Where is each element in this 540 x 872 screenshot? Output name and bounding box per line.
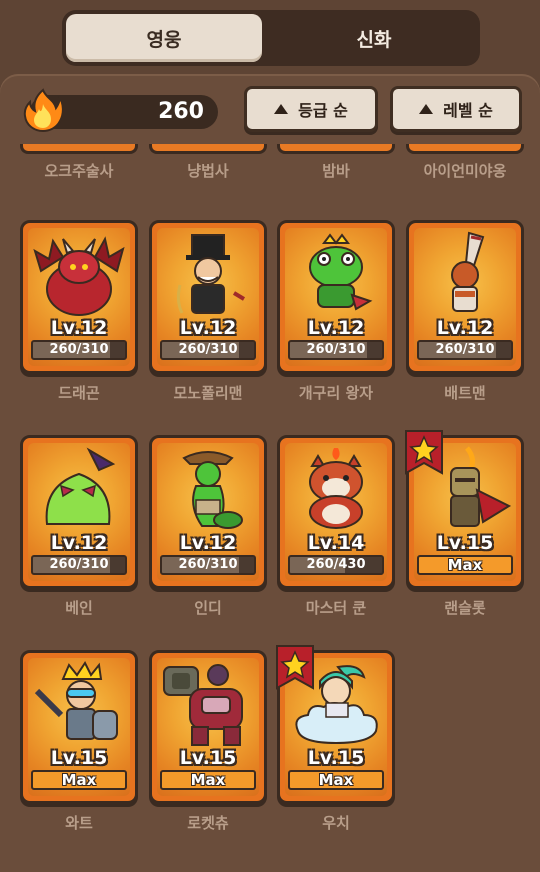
hero-card[interactable]: Lv.12 260/310 (149, 435, 267, 589)
hero-name: 와트 (65, 814, 93, 832)
hero-progress-max: Max (160, 770, 256, 790)
hero-progress-bar: 260/310 (160, 340, 256, 360)
hero-card[interactable]: Lv.12 260/310 (20, 435, 138, 589)
hero-name: 인디 (194, 599, 222, 617)
tab-bar: 영웅 신화 (62, 10, 480, 66)
frog-prince-icon (290, 231, 382, 319)
hero-progress-bar: 260/310 (160, 555, 256, 575)
flame-icon (23, 88, 64, 132)
hero-level: Lv.12 (179, 532, 237, 554)
hero-level: Lv.12 (436, 317, 494, 339)
hero-name: 개구리 왕자 (298, 384, 374, 402)
triangle-up-icon (274, 104, 289, 114)
hero-card-partial[interactable] (406, 144, 524, 154)
hero-level: Lv.12 (307, 317, 365, 339)
vacuum-king-icon (33, 661, 125, 749)
sort-by-grade-label: 등급 순 (298, 101, 348, 120)
hero-name: 랜슬롯 (444, 599, 486, 617)
hero-progress-text: 260/310 (306, 342, 366, 357)
hero-progress-max: Max (31, 770, 127, 790)
slime-icon (33, 446, 125, 534)
hero-name: 아이언미야옹 (423, 162, 507, 180)
hero-name: 냥법사 (187, 162, 229, 180)
hero-level: Lv.12 (179, 317, 237, 339)
hero-progress-bar: 260/430 (288, 555, 384, 575)
hero-progress-text: 260/310 (178, 557, 238, 572)
tab-myth[interactable]: 신화 (276, 14, 472, 62)
snake-explorer-icon (162, 446, 254, 534)
hero-name: 우치 (322, 814, 350, 832)
dragon-icon (33, 231, 125, 319)
sort-by-level-label: 레벨 순 (443, 101, 493, 120)
sort-by-level-button[interactable]: 레벨 순 (390, 86, 522, 132)
hero-card[interactable]: Lv.12 260/310 (149, 220, 267, 374)
hero-name: 모노폴리맨 (173, 384, 243, 402)
triangle-up-icon (419, 104, 434, 114)
rocket-robot-icon (162, 661, 254, 749)
hero-progress-text: 260/310 (435, 342, 495, 357)
sort-by-grade-button[interactable]: 등급 순 (244, 86, 378, 132)
hero-name: 배트맨 (444, 384, 486, 402)
hero-progress-bar: 260/310 (417, 340, 513, 360)
hero-name: 로켓츄 (187, 814, 229, 832)
tab-heroes[interactable]: 영웅 (66, 14, 262, 62)
hero-progress-max: Max (417, 555, 513, 575)
hero-progress-text: 260/310 (49, 557, 109, 572)
hero-progress-text: 260/430 (306, 557, 366, 572)
hero-progress-text: 260/310 (178, 342, 238, 357)
hero-level: Lv.12 (50, 532, 108, 554)
hero-name: 밤바 (322, 162, 350, 180)
hero-card[interactable]: Lv.12 260/310 (20, 220, 138, 374)
batter-icon (419, 231, 511, 319)
hero-card[interactable]: Lv.12 260/310 (277, 220, 395, 374)
hero-card[interactable]: Lv.15 Max (20, 650, 138, 804)
hero-card[interactable]: Lv.12 260/310 (406, 220, 524, 374)
hero-level: Lv.15 (307, 747, 365, 769)
currency-value: 260 (158, 99, 204, 124)
hero-card[interactable]: Lv.15 Max (149, 650, 267, 804)
hero-card-partial[interactable] (20, 144, 138, 154)
hero-name: 마스터 쿤 (305, 599, 367, 617)
hero-progress-bar: 260/310 (31, 340, 127, 360)
red-panda-icon (290, 446, 382, 534)
favorite-star-icon (404, 429, 444, 475)
hero-card-partial[interactable] (149, 144, 267, 154)
hero-card[interactable]: Lv.14 260/430 (277, 435, 395, 589)
favorite-star-icon (275, 644, 315, 690)
hero-level: Lv.15 (50, 747, 108, 769)
hero-name: 드래곤 (58, 384, 100, 402)
hero-card-partial[interactable] (277, 144, 395, 154)
hero-level: Lv.12 (50, 317, 108, 339)
tophat-man-icon (162, 231, 254, 319)
hero-progress-bar: 260/310 (31, 555, 127, 575)
hero-progress-text: 260/310 (49, 342, 109, 357)
hero-name: 오크주술사 (44, 162, 114, 180)
hero-level: Lv.15 (436, 532, 494, 554)
hero-level: Lv.14 (307, 532, 365, 554)
hero-progress-max: Max (288, 770, 384, 790)
hero-progress-bar: 260/310 (288, 340, 384, 360)
hero-level: Lv.15 (179, 747, 237, 769)
hero-name: 베인 (65, 599, 93, 617)
